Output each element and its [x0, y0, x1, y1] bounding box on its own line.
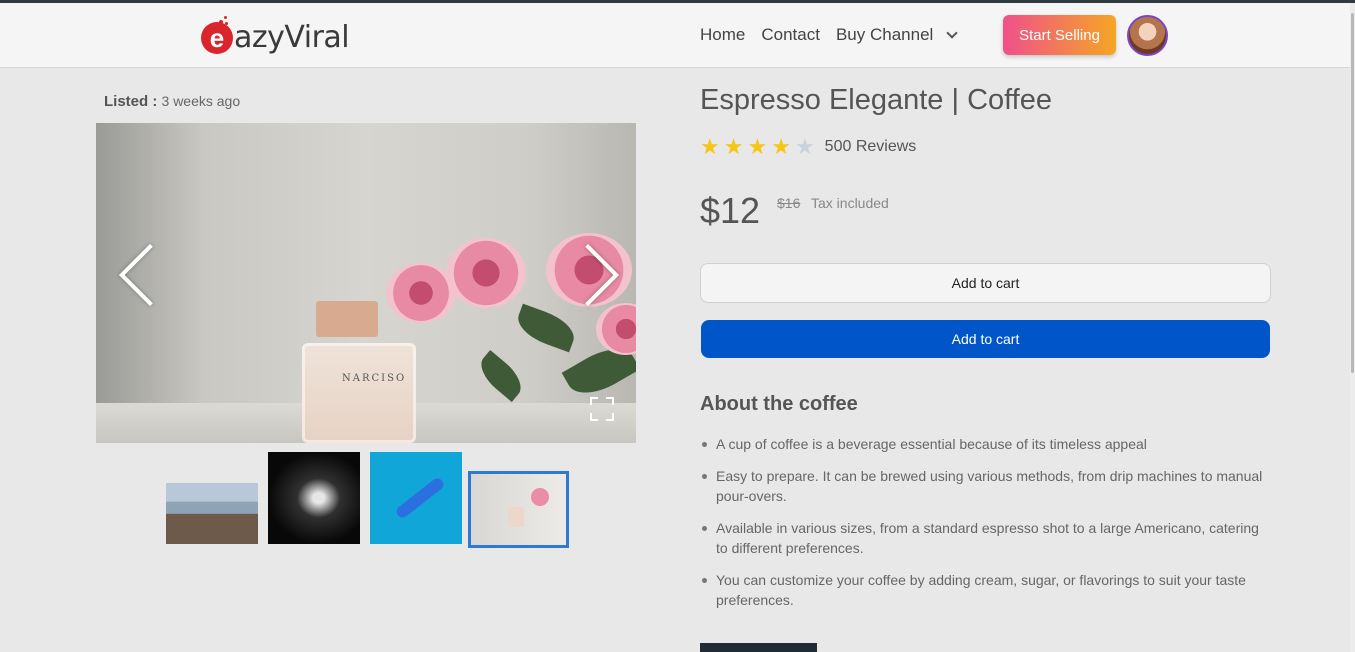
thumbnail-beach-rocks[interactable]: [166, 483, 258, 544]
leaf: [512, 303, 580, 353]
logo-text: azyViral: [234, 19, 350, 55]
add-to-cart-primary-button[interactable]: Add to cart: [701, 320, 1270, 358]
star-empty-icon: ★: [794, 134, 815, 159]
scrollbar-thumb[interactable]: [1351, 13, 1354, 373]
thumbnail-mascara[interactable]: [268, 452, 360, 544]
bottle-label: NARCISO: [342, 373, 407, 384]
partially-visible-button[interactable]: [700, 643, 817, 652]
star-filled-icon: ★: [700, 134, 720, 159]
listed-label: Listed :: [104, 93, 158, 110]
about-point: Easy to prepare. It can be brewed using …: [700, 466, 1270, 506]
about-list: A cup of coffee is a beverage essential …: [700, 434, 1270, 622]
fullscreen-icon[interactable]: [590, 397, 614, 421]
nav-contact[interactable]: Contact: [761, 25, 820, 45]
star-filled-icon: ★: [771, 134, 791, 159]
listed-info: Listed : 3 weeks ago: [104, 93, 240, 110]
chevron-down-icon: [946, 27, 958, 39]
review-count[interactable]: 500 Reviews: [825, 138, 917, 156]
thumbnail-perfume-active[interactable]: [468, 471, 569, 548]
original-price: $16: [777, 195, 801, 211]
leaf: [473, 349, 529, 403]
about-point: A cup of coffee is a beverage essential …: [700, 434, 1270, 454]
bottle-cap: [316, 301, 378, 337]
nav-buy-channel[interactable]: Buy Channel: [835, 25, 958, 45]
mini-bottle: [508, 507, 524, 527]
nav-buy-channel-label: Buy Channel: [835, 25, 934, 44]
main-nav: Home Contact Buy Channel: [700, 25, 972, 45]
scrollbar[interactable]: [1350, 3, 1355, 652]
product-title: Espresso Elegante | Coffee: [700, 84, 1052, 116]
previous-arrow-icon[interactable]: [118, 243, 182, 307]
about-heading: About the coffee: [700, 393, 858, 415]
listed-value: 3 weeks ago: [161, 93, 241, 109]
star-filled-icon: ★: [747, 134, 768, 159]
mini-rose: [531, 488, 549, 506]
nav-home[interactable]: Home: [700, 25, 745, 45]
start-selling-button[interactable]: Start Selling: [1003, 15, 1116, 55]
rose: [446, 238, 526, 308]
rating: ★ ★ ★ ★ ★ 500 Reviews: [700, 136, 916, 158]
current-price: $12: [700, 190, 761, 231]
about-point: Available in various sizes, from a stand…: [700, 518, 1270, 558]
navbar: e azyViral Home Contact Buy Channel Star…: [0, 3, 1355, 68]
rose: [596, 303, 636, 355]
product-main-image[interactable]: NARCISO: [96, 123, 636, 443]
add-to-cart-outline-button[interactable]: Add to cart: [700, 263, 1271, 303]
perfume-bottle: [302, 343, 416, 443]
logo-mark: e: [201, 16, 233, 54]
logo[interactable]: e azyViral: [201, 15, 350, 55]
thumbnail-blue-pen[interactable]: [370, 452, 462, 544]
user-avatar[interactable]: [1127, 15, 1168, 56]
pen-icon: [394, 476, 446, 520]
about-point: You can customize your coffee by adding …: [700, 570, 1270, 610]
star-filled-icon: ★: [723, 134, 744, 159]
tax-note: Tax included: [811, 195, 889, 211]
logo-dots: [215, 16, 229, 28]
